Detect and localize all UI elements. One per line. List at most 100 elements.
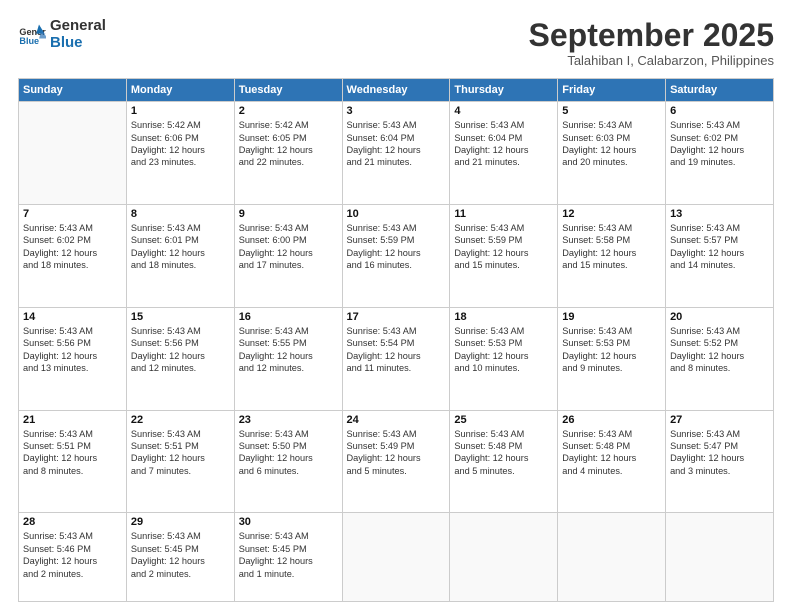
cell-info-text: Sunrise: 5:43 AM Sunset: 5:50 PM Dayligh… bbox=[239, 428, 338, 478]
calendar-cell bbox=[450, 513, 558, 602]
calendar-cell: 7Sunrise: 5:43 AM Sunset: 6:02 PM Daylig… bbox=[19, 204, 127, 307]
cell-info-text: Sunrise: 5:43 AM Sunset: 5:54 PM Dayligh… bbox=[347, 325, 446, 375]
cell-info-text: Sunrise: 5:43 AM Sunset: 5:46 PM Dayligh… bbox=[23, 530, 122, 580]
cell-date-number: 3 bbox=[347, 105, 446, 117]
cell-date-number: 10 bbox=[347, 208, 446, 220]
calendar-cell: 19 Sunrise: 5:43 AM Sunset: 5:53 PM Dayli… bbox=[558, 307, 666, 410]
day-header-thursday: Thursday bbox=[450, 79, 558, 102]
cell-date-number: 5 bbox=[562, 105, 661, 117]
cell-date-number: 21 bbox=[23, 414, 122, 426]
cell-info-text: Sunrise: 5:43 AM Sunset: 6:03 PM Dayligh… bbox=[562, 119, 661, 169]
title-block: September 2025 Talahiban I, Calabarzon, … bbox=[529, 18, 774, 68]
calendar-cell bbox=[558, 513, 666, 602]
cell-date-number: 9 bbox=[239, 208, 338, 220]
calendar-cell: 10 Sunrise: 5:43 AM Sunset: 5:59 PM Dayli… bbox=[342, 204, 450, 307]
cell-date-number: 28 bbox=[23, 516, 122, 528]
cell-info-text: Sunrise: 5:43 AM Sunset: 5:53 PM Dayligh… bbox=[454, 325, 553, 375]
cell-date-number: 24 bbox=[347, 414, 446, 426]
calendar-cell: 26 Sunrise: 5:43 AM Sunset: 5:48 PM Dayli… bbox=[558, 410, 666, 513]
cell-info-text: Sunrise: 5:43 AM Sunset: 5:48 PM Dayligh… bbox=[454, 428, 553, 478]
cell-date-number: 6 bbox=[670, 105, 769, 117]
cell-date-number: 4 bbox=[454, 105, 553, 117]
cell-date-number: 11 bbox=[454, 208, 553, 220]
calendar-cell bbox=[19, 102, 127, 205]
cell-date-number: 20 bbox=[670, 311, 769, 323]
cell-date-number: 13 bbox=[670, 208, 769, 220]
calendar-cell: 21 Sunrise: 5:43 AM Sunset: 5:51 PM Dayli… bbox=[19, 410, 127, 513]
calendar-cell: 22 Sunrise: 5:43 AM Sunset: 5:51 PM Dayli… bbox=[126, 410, 234, 513]
calendar-cell: 15 Sunrise: 5:43 AM Sunset: 5:56 PM Dayli… bbox=[126, 307, 234, 410]
cell-info-text: Sunrise: 5:43 AM Sunset: 6:04 PM Dayligh… bbox=[347, 119, 446, 169]
cell-date-number: 1 bbox=[131, 105, 230, 117]
calendar-cell: 27 Sunrise: 5:43 AM Sunset: 5:47 PM Dayli… bbox=[666, 410, 774, 513]
calendar-cell: 25 Sunrise: 5:43 AM Sunset: 5:48 PM Dayli… bbox=[450, 410, 558, 513]
cell-info-text: Sunrise: 5:43 AM Sunset: 5:59 PM Dayligh… bbox=[454, 222, 553, 272]
cell-date-number: 30 bbox=[239, 516, 338, 528]
cell-date-number: 27 bbox=[670, 414, 769, 426]
header: General Blue General Blue September 2025… bbox=[18, 18, 774, 68]
calendar-cell: 12 Sunrise: 5:43 AM Sunset: 5:58 PM Dayli… bbox=[558, 204, 666, 307]
calendar-cell bbox=[342, 513, 450, 602]
cell-date-number: 12 bbox=[562, 208, 661, 220]
logo-icon: General Blue bbox=[18, 21, 46, 49]
calendar-cell: 2Sunrise: 5:42 AM Sunset: 6:05 PM Daylig… bbox=[234, 102, 342, 205]
calendar-cell: 30Sunrise: 5:43 AM Sunset: 5:45 PM Dayli… bbox=[234, 513, 342, 602]
calendar-week-row: 21 Sunrise: 5:43 AM Sunset: 5:51 PM Dayli… bbox=[19, 410, 774, 513]
cell-date-number: 29 bbox=[131, 516, 230, 528]
cell-info-text: Sunrise: 5:43 AM Sunset: 5:51 PM Dayligh… bbox=[23, 428, 122, 478]
calendar-cell: 23 Sunrise: 5:43 AM Sunset: 5:50 PM Dayli… bbox=[234, 410, 342, 513]
cell-info-text: Sunrise: 5:43 AM Sunset: 5:52 PM Dayligh… bbox=[670, 325, 769, 375]
calendar-cell: 16Sunrise: 5:43 AM Sunset: 5:55 PM Dayli… bbox=[234, 307, 342, 410]
cell-date-number: 14 bbox=[23, 311, 122, 323]
month-title: September 2025 bbox=[529, 18, 774, 53]
cell-info-text: Sunrise: 5:43 AM Sunset: 5:57 PM Dayligh… bbox=[670, 222, 769, 272]
cell-date-number: 16 bbox=[239, 311, 338, 323]
cell-date-number: 25 bbox=[454, 414, 553, 426]
calendar-cell: 5 Sunrise: 5:43 AM Sunset: 6:03 PM Daylig… bbox=[558, 102, 666, 205]
cell-info-text: Sunrise: 5:43 AM Sunset: 5:51 PM Dayligh… bbox=[131, 428, 230, 478]
cell-info-text: Sunrise: 5:43 AM Sunset: 6:01 PM Dayligh… bbox=[131, 222, 230, 272]
calendar-week-row: 7Sunrise: 5:43 AM Sunset: 6:02 PM Daylig… bbox=[19, 204, 774, 307]
cell-date-number: 22 bbox=[131, 414, 230, 426]
calendar-week-row: 14 Sunrise: 5:43 AM Sunset: 5:56 PM Dayli… bbox=[19, 307, 774, 410]
calendar-cell: 13 Sunrise: 5:43 AM Sunset: 5:57 PM Dayli… bbox=[666, 204, 774, 307]
calendar-cell: 29 Sunrise: 5:43 AM Sunset: 5:45 PM Dayli… bbox=[126, 513, 234, 602]
cell-info-text: Sunrise: 5:43 AM Sunset: 6:02 PM Dayligh… bbox=[670, 119, 769, 169]
day-header-monday: Monday bbox=[126, 79, 234, 102]
calendar-week-row: 1Sunrise: 5:42 AM Sunset: 6:06 PM Daylig… bbox=[19, 102, 774, 205]
day-header-sunday: Sunday bbox=[19, 79, 127, 102]
calendar-cell: 14Sunrise: 5:43 AM Sunset: 5:56 PM Dayli… bbox=[19, 307, 127, 410]
calendar-cell: 24Sunrise: 5:43 AM Sunset: 5:49 PM Dayli… bbox=[342, 410, 450, 513]
cell-info-text: Sunrise: 5:43 AM Sunset: 5:53 PM Dayligh… bbox=[562, 325, 661, 375]
cell-info-text: Sunrise: 5:43 AM Sunset: 5:59 PM Dayligh… bbox=[347, 222, 446, 272]
cell-info-text: Sunrise: 5:43 AM Sunset: 5:45 PM Dayligh… bbox=[131, 530, 230, 580]
cell-date-number: 19 bbox=[562, 311, 661, 323]
day-header-saturday: Saturday bbox=[666, 79, 774, 102]
cell-info-text: Sunrise: 5:43 AM Sunset: 5:48 PM Dayligh… bbox=[562, 428, 661, 478]
calendar-cell: 18 Sunrise: 5:43 AM Sunset: 5:53 PM Dayli… bbox=[450, 307, 558, 410]
cell-info-text: Sunrise: 5:43 AM Sunset: 5:58 PM Dayligh… bbox=[562, 222, 661, 272]
calendar-cell bbox=[666, 513, 774, 602]
calendar-cell: 3 Sunrise: 5:43 AM Sunset: 6:04 PM Daylig… bbox=[342, 102, 450, 205]
cell-info-text: Sunrise: 5:43 AM Sunset: 5:47 PM Dayligh… bbox=[670, 428, 769, 478]
cell-info-text: Sunrise: 5:43 AM Sunset: 6:00 PM Dayligh… bbox=[239, 222, 338, 272]
logo-line1: General bbox=[50, 18, 106, 35]
cell-date-number: 17 bbox=[347, 311, 446, 323]
cell-date-number: 23 bbox=[239, 414, 338, 426]
calendar-cell: 8 Sunrise: 5:43 AM Sunset: 6:01 PM Daylig… bbox=[126, 204, 234, 307]
logo: General Blue General Blue bbox=[18, 18, 106, 51]
cell-date-number: 26 bbox=[562, 414, 661, 426]
calendar-cell: 11 Sunrise: 5:43 AM Sunset: 5:59 PM Dayli… bbox=[450, 204, 558, 307]
calendar-cell: 1Sunrise: 5:42 AM Sunset: 6:06 PM Daylig… bbox=[126, 102, 234, 205]
day-header-tuesday: Tuesday bbox=[234, 79, 342, 102]
cell-info-text: Sunrise: 5:43 AM Sunset: 5:56 PM Dayligh… bbox=[131, 325, 230, 375]
logo-line2: Blue bbox=[50, 35, 106, 52]
cell-date-number: 15 bbox=[131, 311, 230, 323]
calendar-cell: 9 Sunrise: 5:43 AM Sunset: 6:00 PM Daylig… bbox=[234, 204, 342, 307]
cell-date-number: 18 bbox=[454, 311, 553, 323]
location-subtitle: Talahiban I, Calabarzon, Philippines bbox=[529, 53, 774, 68]
cell-date-number: 8 bbox=[131, 208, 230, 220]
cell-date-number: 2 bbox=[239, 105, 338, 117]
cell-info-text: Sunrise: 5:43 AM Sunset: 6:04 PM Dayligh… bbox=[454, 119, 553, 169]
calendar-cell: 4 Sunrise: 5:43 AM Sunset: 6:04 PM Daylig… bbox=[450, 102, 558, 205]
